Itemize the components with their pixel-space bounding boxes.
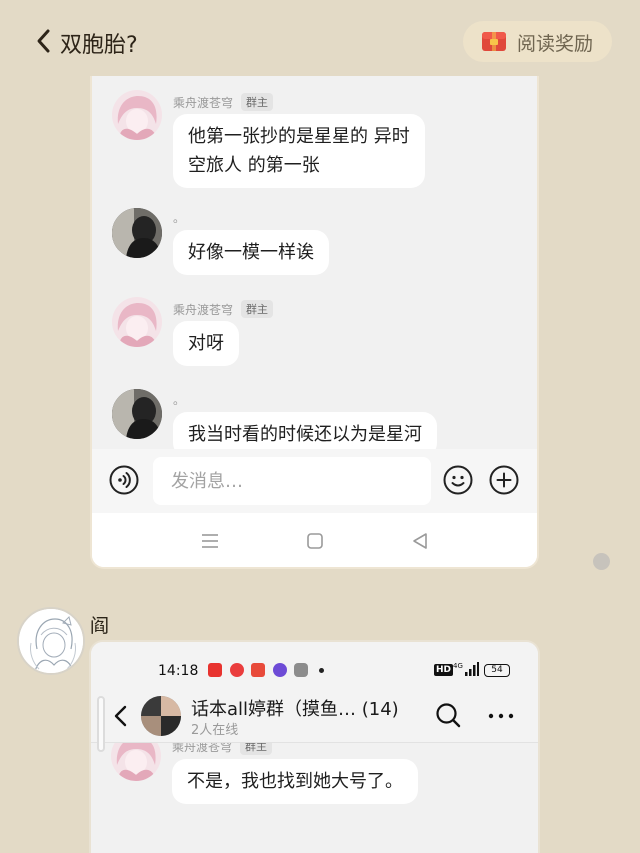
group-avatar[interactable]: [141, 696, 181, 736]
menu-icon[interactable]: [199, 530, 221, 552]
message-bubble[interactable]: 好像一模一样诶: [173, 230, 329, 275]
back-chevron-icon[interactable]: [111, 704, 131, 728]
message-sender: 乘舟渡苍穹 群主: [173, 93, 274, 111]
message-sender: 。: [173, 393, 186, 407]
message-bubble[interactable]: 不是，我也找到她大号了。: [172, 759, 418, 804]
more-notifications-dot: [319, 668, 324, 673]
avatar-photo: [112, 389, 162, 439]
comment-avatar[interactable]: [17, 607, 85, 675]
chat-message-list: 乘舟渡苍穹 群主 他第一张抄的是星星的 异时 空旅人 的第一张 。 好像一模一样诶: [92, 76, 537, 449]
back-button[interactable]: [30, 26, 60, 56]
chat-message-list: 乘舟渡苍穹 群主 不是，我也找到她大号了。: [91, 742, 538, 853]
search-icon[interactable]: [435, 702, 461, 728]
message-sender: 。: [173, 211, 186, 225]
status-time: 14:18: [158, 663, 199, 679]
avatar-illustration: [112, 297, 162, 347]
chat-screenshot-1: 乘舟渡苍穹 群主 他第一张抄的是星星的 异时 空旅人 的第一张 。 好像一模一样诶: [90, 76, 539, 569]
emoji-icon[interactable]: [443, 465, 473, 495]
message-bubble[interactable]: 对呀: [173, 321, 239, 366]
message-input[interactable]: [153, 457, 431, 505]
chat-screenshot-2: 14:18 HD 4G 54 话本all婷群（摸鱼… (14) 2人在线 乘舟渡…: [89, 640, 540, 853]
avatar: [112, 297, 162, 347]
chat-header: 话本all婷群（摸鱼… (14) 2人在线: [91, 692, 538, 742]
news-app-icon: [251, 663, 265, 677]
reading-reward-label: 阅读奖励: [517, 33, 594, 55]
system-nav-bar: [92, 513, 537, 567]
app-icon: [294, 663, 308, 677]
gift-box-icon: [482, 32, 506, 51]
message-sender: 乘舟渡苍穹 群主: [172, 743, 273, 755]
hd-badge: HD: [434, 664, 454, 676]
app-icon: [273, 663, 287, 677]
network-type-label: 4G: [453, 662, 463, 670]
avatar: [112, 389, 162, 439]
avatar-illustration: [112, 90, 162, 140]
group-name: 话本all婷群（摸鱼… (14): [191, 699, 399, 720]
avatar-photo: [112, 208, 162, 258]
signal-icon: 4G: [453, 662, 479, 676]
phone-status-bar: 14:18 HD 4G 54: [91, 642, 538, 692]
avatar: [111, 743, 161, 781]
app-notification-icon: [208, 663, 222, 677]
message-sender: 乘舟渡苍穹 群主: [173, 300, 274, 318]
more-options-icon[interactable]: [488, 712, 514, 720]
online-count: 2人在线: [191, 723, 239, 738]
message-bubble[interactable]: 我当时看的时候还以为是星河: [173, 412, 437, 449]
avatar-illustration: [111, 743, 161, 781]
more-dot[interactable]: [593, 553, 610, 570]
voice-icon[interactable]: [109, 465, 139, 495]
back-triangle-icon[interactable]: [409, 530, 431, 552]
home-square-icon[interactable]: [304, 530, 326, 552]
message-input-bar: [92, 449, 537, 513]
page-title: 双胞胎?: [60, 33, 138, 58]
video-app-icon: [230, 663, 244, 677]
reader-top-bar: 双胞胎? 阅读奖励: [0, 0, 640, 78]
comment-author-name[interactable]: 阎: [90, 611, 109, 638]
sketch-avatar-illustration: [19, 609, 83, 673]
message-bubble[interactable]: 他第一张抄的是星星的 异时 空旅人 的第一张: [173, 114, 425, 188]
scroll-handle[interactable]: [97, 696, 105, 752]
group-avatar-collage: [141, 696, 181, 736]
reading-reward-button[interactable]: 阅读奖励: [463, 21, 612, 62]
plus-icon[interactable]: [489, 465, 519, 495]
avatar: [112, 90, 162, 140]
battery-icon: 54: [484, 664, 510, 677]
chevron-left-icon: [37, 29, 50, 53]
avatar: [112, 208, 162, 258]
